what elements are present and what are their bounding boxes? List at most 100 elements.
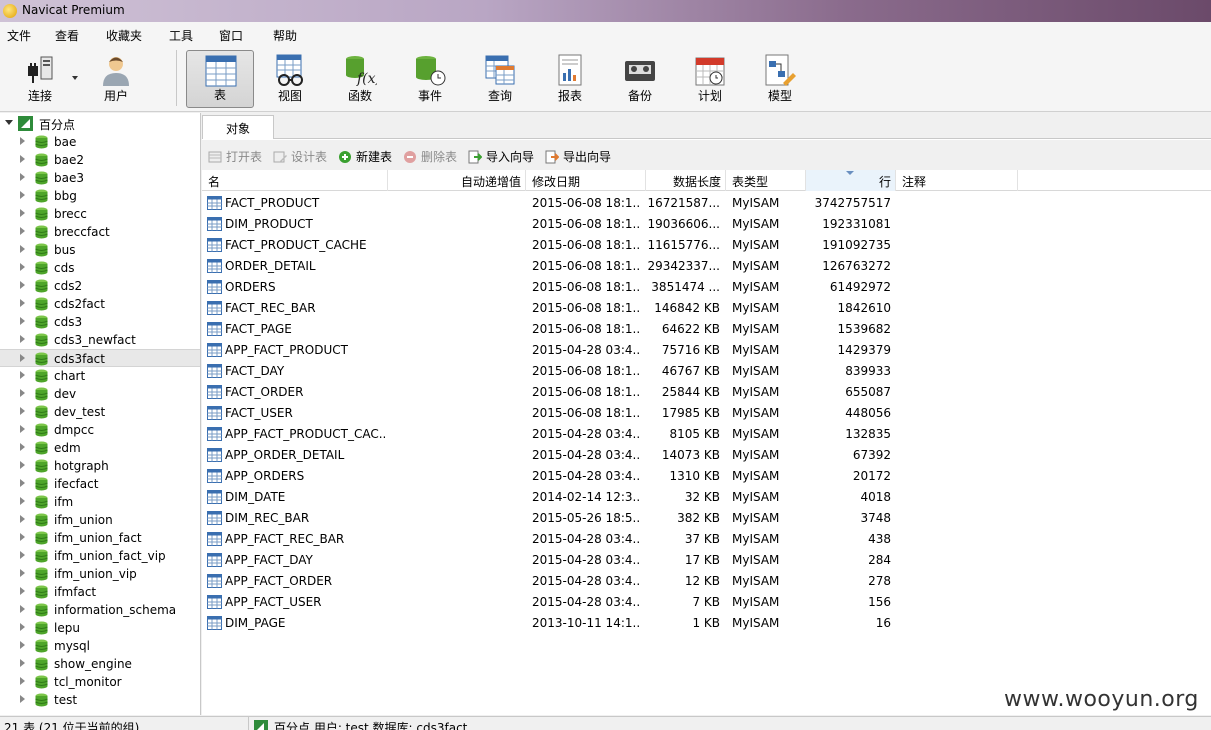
table-row[interactable]: FACT_PAGE 2015-06-08 18:1... 64622 KB MyISA… <box>202 319 1211 340</box>
model-button[interactable]: 模型 <box>746 50 814 108</box>
table-row[interactable]: DIM_REC_BAR 2015-05-26 18:5... 382 KB MyISA… <box>202 508 1211 529</box>
collapsed-arrow-icon[interactable] <box>20 299 25 307</box>
collapsed-arrow-icon[interactable] <box>20 443 25 451</box>
collapsed-arrow-icon[interactable] <box>20 479 25 487</box>
column-header-modified-date[interactable]: 修改日期 <box>526 170 646 191</box>
import-wizard-button[interactable]: 导入向导 <box>468 148 534 164</box>
column-header-table-type[interactable]: 表类型 <box>726 170 806 191</box>
column-header-name[interactable]: 名 <box>202 170 388 191</box>
collapsed-arrow-icon[interactable] <box>20 497 25 505</box>
collapsed-arrow-icon[interactable] <box>20 389 25 397</box>
sidebar-database-item[interactable]: ifm_union_fact <box>0 529 200 547</box>
sidebar-database-item[interactable]: dev_test <box>0 403 200 421</box>
export-wizard-button[interactable]: 导出向导 <box>545 148 611 164</box>
collapsed-arrow-icon[interactable] <box>20 371 25 379</box>
table-row[interactable]: APP_FACT_USER 2015-04-28 03:4... 7 KB MyISA… <box>202 592 1211 613</box>
sidebar-database-item[interactable]: ifm_union <box>0 511 200 529</box>
sidebar-database-item[interactable]: cds2 <box>0 277 200 295</box>
sidebar-database-item[interactable]: bus <box>0 241 200 259</box>
table-row[interactable]: FACT_PRODUCT 2015-06-08 18:1... 16721587..… <box>202 193 1211 214</box>
collapsed-arrow-icon[interactable] <box>20 317 25 325</box>
sidebar-database-item[interactable]: test <box>0 691 200 709</box>
sidebar-database-item[interactable]: cds2fact <box>0 295 200 313</box>
collapsed-arrow-icon[interactable] <box>20 227 25 235</box>
sidebar-database-item[interactable]: ifm_union_fact_vip <box>0 547 200 565</box>
collapsed-arrow-icon[interactable] <box>20 677 25 685</box>
column-header-rows[interactable]: 行 <box>806 170 896 191</box>
collapsed-arrow-icon[interactable] <box>20 245 25 253</box>
connect-button[interactable]: 连接 <box>6 50 74 108</box>
delete-table-button[interactable]: 删除表 <box>403 148 457 164</box>
table-row[interactable]: FACT_ORDER 2015-06-08 18:1... 25844 KB MyIS… <box>202 382 1211 403</box>
schedule-button[interactable]: 计划 <box>676 50 744 108</box>
sidebar-database-item[interactable]: dmpcc <box>0 421 200 439</box>
sidebar-database-item[interactable]: dev <box>0 385 200 403</box>
sidebar-database-item[interactable]: cds3_newfact <box>0 331 200 349</box>
collapsed-arrow-icon[interactable] <box>20 407 25 415</box>
collapsed-arrow-icon[interactable] <box>20 173 25 181</box>
collapsed-arrow-icon[interactable] <box>20 281 25 289</box>
collapsed-arrow-icon[interactable] <box>20 425 25 433</box>
collapsed-arrow-icon[interactable] <box>20 587 25 595</box>
view-button[interactable]: 视图 <box>256 50 324 108</box>
function-button[interactable]: f(x) 函数 <box>326 50 394 108</box>
collapsed-arrow-icon[interactable] <box>20 263 25 271</box>
table-row[interactable]: ORDERS 2015-06-08 18:1... 3851474 ... MyISA… <box>202 277 1211 298</box>
table-row[interactable]: APP_FACT_PRODUCT_CAC... 2015-04-28 03:4..… <box>202 424 1211 445</box>
collapsed-arrow-icon[interactable] <box>20 659 25 667</box>
sidebar-database-item[interactable]: edm <box>0 439 200 457</box>
menu-file[interactable]: 文件 <box>7 27 31 44</box>
collapsed-arrow-icon[interactable] <box>20 209 25 217</box>
table-row[interactable]: APP_FACT_PRODUCT 2015-04-28 03:4... 75716 … <box>202 340 1211 361</box>
report-button[interactable]: 报表 <box>536 50 604 108</box>
table-row[interactable]: DIM_PRODUCT 2015-06-08 18:1... 19036606...… <box>202 214 1211 235</box>
sidebar-database-item[interactable]: bae2 <box>0 151 200 169</box>
table-row[interactable]: APP_ORDERS 2015-04-28 03:4... 1310 KB MyISA… <box>202 466 1211 487</box>
table-button[interactable]: 表 <box>186 50 254 108</box>
table-row[interactable]: ORDER_DETAIL 2015-06-08 18:1... 29342337..… <box>202 256 1211 277</box>
collapsed-arrow-icon[interactable] <box>20 137 25 145</box>
sidebar-database-item[interactable]: tcl_monitor <box>0 673 200 691</box>
new-table-button[interactable]: 新建表 <box>338 148 392 164</box>
collapsed-arrow-icon[interactable] <box>20 695 25 703</box>
column-header-comment[interactable]: 注释 <box>896 170 1018 191</box>
collapsed-arrow-icon[interactable] <box>20 533 25 541</box>
collapsed-arrow-icon[interactable] <box>20 605 25 613</box>
collapsed-arrow-icon[interactable] <box>20 569 25 577</box>
expanded-arrow-icon[interactable] <box>5 120 13 125</box>
sidebar-database-item[interactable]: cds3fact <box>0 349 200 367</box>
backup-button[interactable]: 备份 <box>606 50 674 108</box>
sidebar-database-item[interactable]: cds3 <box>0 313 200 331</box>
sidebar-database-item[interactable]: ifmfact <box>0 583 200 601</box>
menu-tools[interactable]: 工具 <box>169 27 193 44</box>
sidebar-database-item[interactable]: show_engine <box>0 655 200 673</box>
table-row[interactable]: FACT_USER 2015-06-08 18:1... 17985 KB MyISA… <box>202 403 1211 424</box>
connect-dropdown-icon[interactable] <box>72 76 78 80</box>
sidebar-database-item[interactable]: cds <box>0 259 200 277</box>
sidebar-database-item[interactable]: lepu <box>0 619 200 637</box>
tab-objects[interactable]: 对象 <box>202 115 274 139</box>
table-row[interactable]: APP_FACT_ORDER 2015-04-28 03:4... 12 KB MyI… <box>202 571 1211 592</box>
table-row[interactable]: FACT_REC_BAR 2015-06-08 18:1... 146842 KB M… <box>202 298 1211 319</box>
sidebar-database-item[interactable]: mysql <box>0 637 200 655</box>
collapsed-arrow-icon[interactable] <box>20 354 25 362</box>
sidebar-database-item[interactable]: chart <box>0 367 200 385</box>
sidebar-database-item[interactable]: breccfact <box>0 223 200 241</box>
table-row[interactable]: FACT_DAY 2015-06-08 18:1... 46767 KB MyISAM… <box>202 361 1211 382</box>
table-row[interactable]: DIM_DATE 2014-02-14 12:3... 32 KB MyISAM 401… <box>202 487 1211 508</box>
collapsed-arrow-icon[interactable] <box>20 335 25 343</box>
sidebar-database-item[interactable]: bbg <box>0 187 200 205</box>
open-table-button[interactable]: 打开表 <box>208 148 262 164</box>
tree-root-connection[interactable]: 百分点 <box>0 115 200 133</box>
sidebar-database-item[interactable]: ifecfact <box>0 475 200 493</box>
table-row[interactable]: APP_FACT_REC_BAR 2015-04-28 03:4... 37 KB M… <box>202 529 1211 550</box>
table-row[interactable]: APP_ORDER_DETAIL 2015-04-28 03:4... 14073 … <box>202 445 1211 466</box>
sidebar-database-item[interactable]: ifm <box>0 493 200 511</box>
event-button[interactable]: 事件 <box>396 50 464 108</box>
sidebar-database-item[interactable]: hotgraph <box>0 457 200 475</box>
column-header-auto-increment[interactable]: 自动递增值 <box>388 170 526 191</box>
collapsed-arrow-icon[interactable] <box>20 155 25 163</box>
table-row[interactable]: DIM_PAGE 2013-10-11 14:1... 1 KB MyISAM 16 <box>202 613 1211 634</box>
collapsed-arrow-icon[interactable] <box>20 641 25 649</box>
sidebar-database-item[interactable]: ifm_union_vip <box>0 565 200 583</box>
